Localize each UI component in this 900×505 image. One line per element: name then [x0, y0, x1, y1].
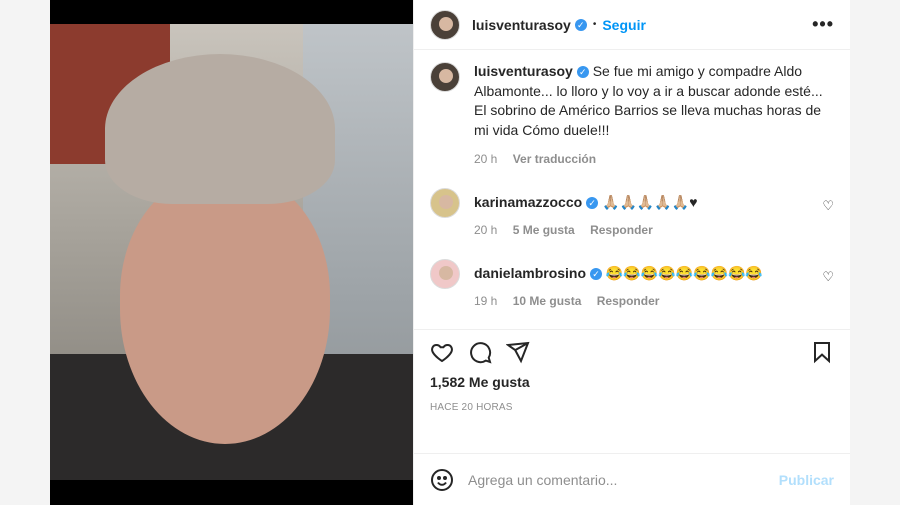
post-caption: luisventurasoy ✓ Se fue mi amigo y compad… — [474, 62, 834, 140]
verified-badge-icon: ✓ — [576, 66, 589, 78]
caption-time[interactable]: 20 h — [474, 152, 497, 166]
comment-meta: 20 h 5 Me gusta Responder — [474, 223, 698, 237]
reply-button[interactable]: Responder — [590, 223, 653, 237]
publish-button[interactable]: Publicar — [779, 472, 834, 488]
comment-icon[interactable] — [468, 340, 492, 364]
comment-like-heart-icon[interactable]: ♡ — [822, 198, 834, 214]
share-icon[interactable] — [506, 340, 530, 364]
avatar[interactable] — [430, 259, 460, 289]
add-comment-bar: Publicar — [414, 453, 850, 505]
post-actions — [414, 330, 850, 368]
comment-username[interactable]: danielambrosino — [474, 265, 586, 281]
post-body: luisventurasoy ✓ Se fue mi amigo y compad… — [414, 50, 850, 330]
comment-likes[interactable]: 10 Me gusta — [513, 294, 582, 308]
comment-meta: 19 h 10 Me gusta Responder — [474, 294, 763, 308]
photo-content — [50, 24, 413, 480]
comment-likes[interactable]: 5 Me gusta — [513, 223, 575, 237]
bookmark-icon[interactable] — [810, 340, 834, 364]
post-timestamp: HACE 20 HORAS — [430, 402, 513, 413]
comment-like-heart-icon[interactable]: ♡ — [822, 269, 834, 285]
verified-badge-icon: ✓ — [574, 18, 587, 31]
comment-item: danielambrosino ✓ 😂😂😂😂😂😂😂😂😂 19 h 10 Me gu… — [430, 259, 834, 308]
comment-text: 🙏🏼🙏🏼🙏🏼🙏🏼🙏🏼♥ — [602, 194, 698, 210]
follow-button[interactable]: Seguir — [602, 17, 646, 33]
avatar[interactable] — [430, 188, 460, 218]
heart-icon[interactable] — [430, 340, 454, 364]
comment-time[interactable]: 19 h — [474, 294, 497, 308]
see-translation-button[interactable]: Ver traducción — [513, 152, 596, 166]
comment-item: karinamazzocco ✓ 🙏🏼🙏🏼🙏🏼🙏🏼🙏🏼♥ 20 h 5 Me gu… — [430, 188, 834, 237]
avatar[interactable] — [430, 62, 460, 92]
verified-badge-icon: ✓ — [586, 197, 599, 209]
more-options-icon[interactable]: ••• — [812, 14, 834, 35]
caption-row: luisventurasoy ✓ Se fue mi amigo y compad… — [430, 62, 834, 166]
post-header: luisventurasoy ✓ • Seguir ••• — [414, 0, 850, 50]
caption-meta: 20 h Ver traducción — [474, 152, 834, 166]
verified-badge-icon: ✓ — [590, 268, 603, 280]
avatar[interactable] — [430, 9, 460, 40]
reply-button[interactable]: Responder — [597, 294, 660, 308]
instagram-post-frame: luisventurasoy ✓ • Seguir ••• luisventur… — [50, 0, 850, 505]
like-count[interactable]: 1,582 Me gusta — [414, 368, 850, 390]
separator-dot: • — [592, 19, 597, 30]
comment-time[interactable]: 20 h — [474, 223, 497, 237]
caption-username[interactable]: luisventurasoy — [474, 63, 573, 79]
post-username[interactable]: luisventurasoy — [472, 17, 571, 33]
emoji-icon[interactable] — [430, 468, 454, 492]
post-sidebar: luisventurasoy ✓ • Seguir ••• luisventur… — [413, 0, 850, 505]
post-photo[interactable] — [50, 0, 413, 505]
comment-input[interactable] — [468, 471, 765, 488]
comment-text: 😂😂😂😂😂😂😂😂😂 — [605, 265, 763, 281]
comment-username[interactable]: karinamazzocco — [474, 194, 582, 210]
